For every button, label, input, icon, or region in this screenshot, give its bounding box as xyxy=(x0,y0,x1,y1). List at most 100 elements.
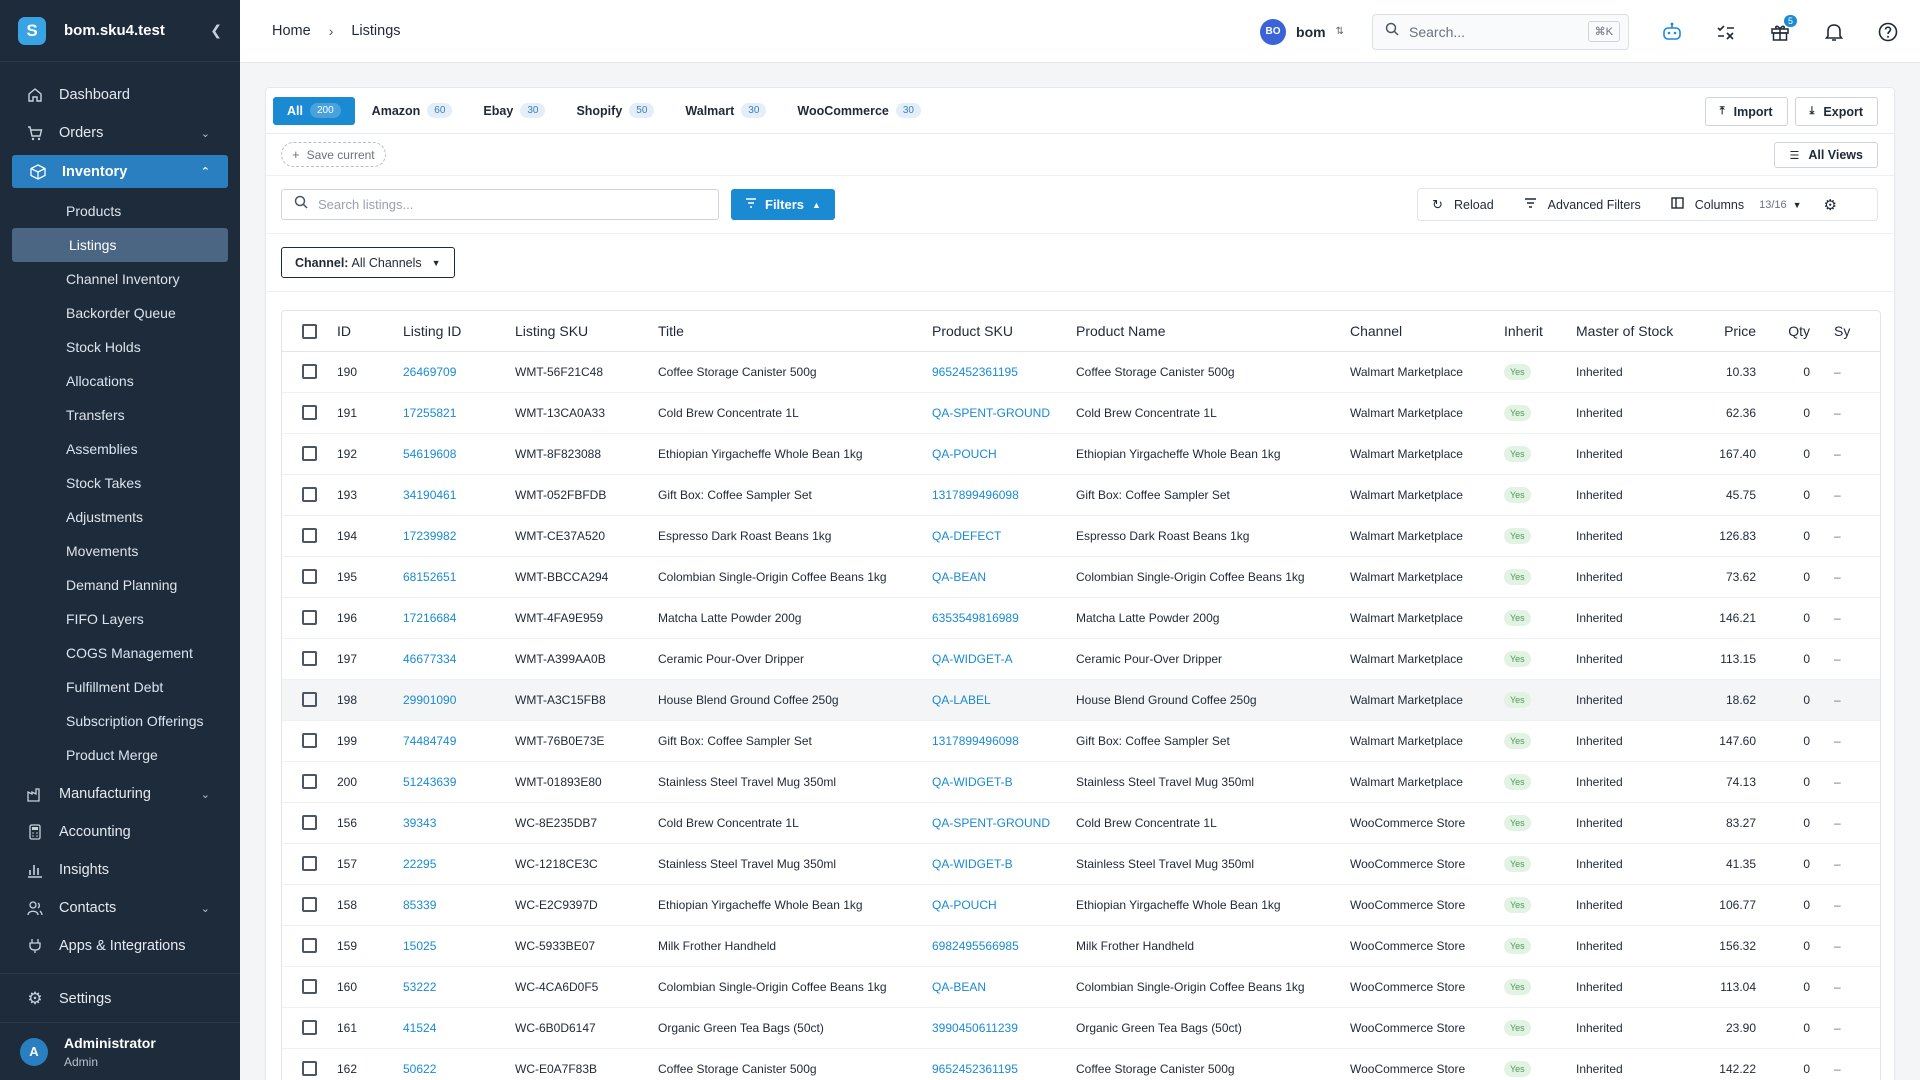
row-checkbox[interactable] xyxy=(282,351,337,393)
cell-product-sku-text[interactable]: QA-LABEL xyxy=(932,693,991,707)
bell-icon[interactable] xyxy=(1823,21,1845,43)
cell-product-sku-text[interactable]: 6353549816989 xyxy=(932,611,1019,625)
table-row[interactable]: 192 54619608 WMT-8F823088 Ethiopian Yirgach… xyxy=(282,433,1880,475)
cell-product-sku[interactable]: 9652452361195 xyxy=(932,351,1076,393)
row-checkbox[interactable] xyxy=(282,761,337,803)
row-checkbox[interactable] xyxy=(282,474,337,516)
sidebar-subitem-stock-takes[interactable]: Stock Takes xyxy=(0,466,240,500)
help-icon[interactable] xyxy=(1877,21,1899,43)
column-header-listing-id[interactable]: Listing ID xyxy=(403,311,515,352)
table-row[interactable]: 160 53222 WC-4CA6D0F5 Colombian Single-Orig… xyxy=(282,966,1880,1008)
cell-listing-id[interactable]: 29901090 xyxy=(403,679,515,721)
cell-listing-id-text[interactable]: 22295 xyxy=(403,857,436,871)
tab-woocommerce[interactable]: WooCommerce 30 xyxy=(783,97,935,125)
table-row[interactable]: 198 29901090 WMT-A3C15FB8 House Blend Groun… xyxy=(282,679,1880,721)
column-header-channel[interactable]: Channel xyxy=(1350,311,1504,352)
cell-product-sku[interactable]: 1317899496098 xyxy=(932,474,1076,516)
row-checkbox[interactable] xyxy=(282,925,337,967)
table-row[interactable]: 159 15025 WC-5933BE07 Milk Frother Handheld… xyxy=(282,925,1880,967)
cell-product-sku-text[interactable]: 9652452361195 xyxy=(932,365,1018,379)
tab-ebay[interactable]: Ebay 30 xyxy=(469,97,559,125)
sidebar-subitem-product-merge[interactable]: Product Merge xyxy=(0,738,240,772)
ai-assistant-icon[interactable] xyxy=(1661,21,1683,43)
cell-listing-id[interactable]: 41524 xyxy=(403,1007,515,1049)
cell-listing-id-text[interactable]: 17216684 xyxy=(403,611,456,625)
table-row[interactable]: 157 22295 WC-1218CE3C Stainless Steel Trave… xyxy=(282,843,1880,885)
cell-listing-id[interactable]: 34190461 xyxy=(403,474,515,516)
sidebar-subitem-backorder-queue[interactable]: Backorder Queue xyxy=(0,296,240,330)
cell-product-sku-text[interactable]: QA-WIDGET-B xyxy=(932,775,1013,789)
sidebar-item-settings[interactable]: ⚙ Settings xyxy=(0,980,240,1018)
org-switcher[interactable]: BO bom ⇅ xyxy=(1260,18,1344,45)
sidebar-subitem-listings[interactable]: Listings xyxy=(12,228,228,262)
cell-listing-id-text[interactable]: 51243639 xyxy=(403,775,456,789)
user-profile[interactable]: A Administrator Admin xyxy=(0,1022,240,1080)
cell-listing-id[interactable]: 68152651 xyxy=(403,556,515,598)
cell-product-sku[interactable]: 9652452361195 xyxy=(932,1048,1076,1080)
row-checkbox[interactable] xyxy=(282,433,337,475)
tasks-icon[interactable] xyxy=(1715,21,1737,43)
cell-listing-id-text[interactable]: 46677334 xyxy=(403,652,456,666)
cell-listing-id-text[interactable]: 34190461 xyxy=(403,488,456,502)
tab-all[interactable]: All 200 xyxy=(273,96,355,125)
row-checkbox[interactable] xyxy=(282,1007,337,1049)
cell-product-sku[interactable]: 3990450611239 xyxy=(932,1007,1076,1049)
gift-icon[interactable]: 5 xyxy=(1769,14,1797,43)
cell-product-sku-text[interactable]: QA-POUCH xyxy=(932,898,997,912)
sidebar-subitem-assemblies[interactable]: Assemblies xyxy=(0,432,240,466)
tab-walmart[interactable]: Walmart 30 xyxy=(671,97,780,125)
sidebar-subitem-demand-planning[interactable]: Demand Planning xyxy=(0,568,240,602)
cell-product-sku[interactable]: QA-BEAN xyxy=(932,966,1076,1008)
column-header-product-name[interactable]: Product Name xyxy=(1076,311,1350,352)
sidebar-subitem-subscription-offerings[interactable]: Subscription Offerings xyxy=(0,704,240,738)
table-row[interactable]: 194 17239982 WMT-CE37A520 Espresso Dark Roa… xyxy=(282,515,1880,557)
row-checkbox[interactable] xyxy=(282,638,337,680)
cell-listing-id[interactable]: 17255821 xyxy=(403,392,515,434)
row-checkbox[interactable] xyxy=(282,597,337,639)
cell-product-sku[interactable]: QA-POUCH xyxy=(932,433,1076,475)
cell-listing-id-text[interactable]: 15025 xyxy=(403,939,436,953)
column-header-id[interactable]: ID xyxy=(337,311,403,352)
cell-product-sku-text[interactable]: QA-SPENT-GROUND xyxy=(932,816,1050,830)
cell-listing-id[interactable]: 17216684 xyxy=(403,597,515,639)
column-header-listing-sku[interactable]: Listing SKU xyxy=(515,311,658,352)
breadcrumb-home[interactable]: Home xyxy=(272,23,311,39)
cell-listing-id-text[interactable]: 29901090 xyxy=(403,693,456,707)
cell-listing-id[interactable]: 26469709 xyxy=(403,351,515,393)
cell-product-sku-text[interactable]: 1317899496098 xyxy=(932,488,1019,502)
column-header-sync[interactable]: Sy xyxy=(1822,311,1880,352)
table-row[interactable]: 158 85339 WC-E2C9397D Ethiopian Yirgacheffe… xyxy=(282,884,1880,926)
collapse-sidebar-icon[interactable]: ❮ xyxy=(210,22,222,39)
sidebar-subitem-allocations[interactable]: Allocations xyxy=(0,364,240,398)
cell-product-sku[interactable]: QA-LABEL xyxy=(932,679,1076,721)
cell-listing-id[interactable]: 50622 xyxy=(403,1048,515,1080)
cell-listing-id[interactable]: 15025 xyxy=(403,925,515,967)
cell-listing-id-text[interactable]: 26469709 xyxy=(403,365,456,379)
column-header-title[interactable]: Title xyxy=(658,311,932,352)
cell-listing-id[interactable]: 53222 xyxy=(403,966,515,1008)
row-checkbox[interactable] xyxy=(282,392,337,434)
tab-amazon[interactable]: Amazon 60 xyxy=(358,97,467,125)
sidebar-subitem-adjustments[interactable]: Adjustments xyxy=(0,500,240,534)
row-checkbox[interactable] xyxy=(282,720,337,762)
cell-product-sku[interactable]: QA-SPENT-GROUND xyxy=(932,802,1076,844)
cell-product-sku-text[interactable]: 1317899496098 xyxy=(932,734,1019,748)
sidebar-item-apps-integrations[interactable]: Apps & Integrations xyxy=(0,927,240,965)
cell-listing-id[interactable]: 17239982 xyxy=(403,515,515,557)
channel-filter-dropdown[interactable]: Channel: All Channels ▼ xyxy=(281,247,455,278)
filters-button[interactable]: Filters ▲ xyxy=(731,189,835,220)
table-row[interactable]: 197 46677334 WMT-A399AA0B Ceramic Pour-Over… xyxy=(282,638,1880,680)
cell-listing-id-text[interactable]: 17239982 xyxy=(403,529,456,543)
table-row[interactable]: 190 26469709 WMT-56F21C48 Coffee Storage Ca… xyxy=(282,351,1880,393)
sidebar-subitem-movements[interactable]: Movements xyxy=(0,534,240,568)
cell-listing-id[interactable]: 46677334 xyxy=(403,638,515,680)
cell-listing-id-text[interactable]: 50622 xyxy=(403,1062,436,1076)
cell-listing-id-text[interactable]: 54619608 xyxy=(403,447,456,461)
cell-listing-id-text[interactable]: 17255821 xyxy=(403,406,456,420)
column-header-price[interactable]: Price xyxy=(1706,311,1770,352)
export-button[interactable]: ⤓ Export xyxy=(1794,97,1878,126)
cell-listing-id[interactable]: 22295 xyxy=(403,843,515,885)
cell-product-sku[interactable]: QA-WIDGET-B xyxy=(932,843,1076,885)
import-button[interactable]: ⤒ Import xyxy=(1704,97,1788,126)
cell-listing-id-text[interactable]: 53222 xyxy=(403,980,436,994)
